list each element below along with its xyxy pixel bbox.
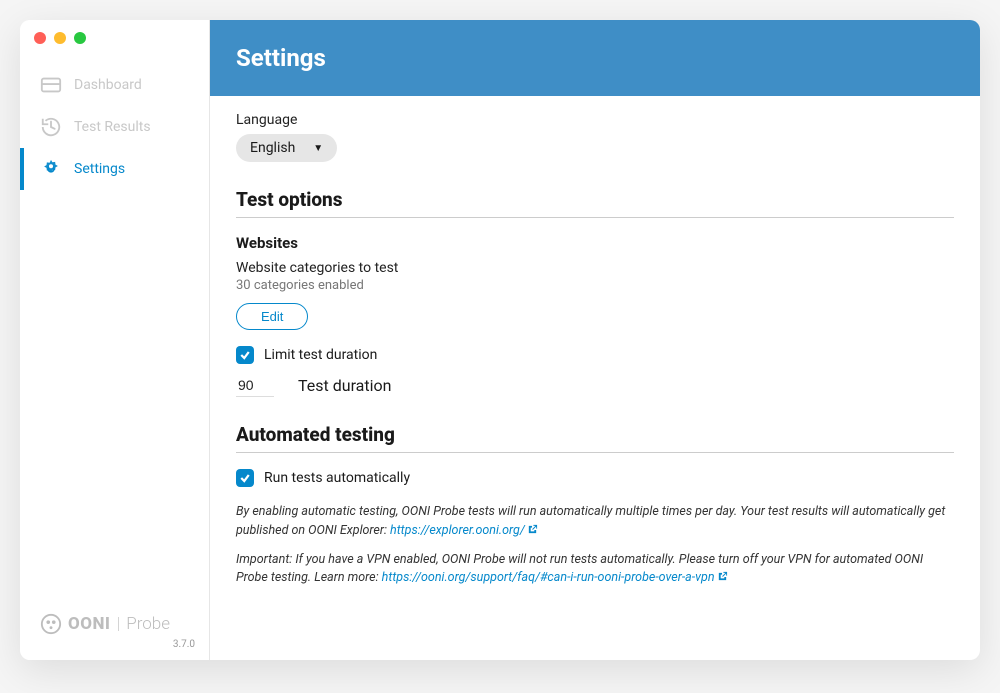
auto-note-2: Important: If you have a VPN enabled, OO… — [236, 551, 954, 589]
external-link-icon — [527, 524, 538, 535]
sidebar: Dashboard Test Results Settings — [20, 20, 210, 660]
section-automated-testing: Automated testing — [236, 423, 954, 453]
version-label: 3.7.0 — [34, 639, 195, 650]
edit-categories-button[interactable]: Edit — [236, 303, 308, 330]
test-duration-label: Test duration — [298, 376, 391, 395]
app-window: Dashboard Test Results Settings — [20, 20, 980, 660]
run-auto-row: Run tests automatically — [236, 469, 954, 487]
external-link-icon — [717, 571, 728, 582]
gear-icon — [40, 158, 62, 180]
duration-row: Test duration — [236, 374, 954, 397]
brand-separator: | — [116, 614, 120, 634]
brand: OONI | Probe — [34, 613, 195, 635]
close-icon[interactable] — [34, 32, 46, 44]
sidebar-item-label: Dashboard — [74, 77, 142, 93]
categories-count: 30 categories enabled — [236, 278, 954, 293]
sidebar-item-label: Test Results — [74, 119, 151, 135]
history-icon — [40, 116, 62, 138]
minimize-icon[interactable] — [54, 32, 66, 44]
categories-label: Website categories to test — [236, 260, 954, 276]
titlebar — [20, 20, 86, 56]
auto-note-1-text: By enabling automatic testing, OONI Prob… — [236, 504, 945, 538]
main: Settings Language English ▼ Test options… — [210, 20, 980, 660]
check-icon — [239, 472, 251, 484]
run-auto-label: Run tests automatically — [264, 470, 410, 486]
sidebar-footer: OONI | Probe 3.7.0 — [20, 601, 209, 660]
ooni-logo-icon — [40, 613, 62, 635]
sidebar-item-settings[interactable]: Settings — [20, 148, 209, 190]
maximize-icon[interactable] — [74, 32, 86, 44]
language-value: English — [250, 140, 295, 156]
language-select[interactable]: English ▼ — [236, 134, 337, 162]
test-duration-input[interactable] — [236, 374, 274, 397]
content: Language English ▼ Test options Websites… — [210, 96, 980, 660]
run-auto-checkbox[interactable] — [236, 469, 254, 487]
sidebar-item-dashboard[interactable]: Dashboard — [20, 64, 209, 106]
language-label: Language — [236, 112, 954, 128]
limit-duration-label: Limit test duration — [264, 347, 377, 363]
sidebar-item-label: Settings — [74, 161, 125, 177]
limit-duration-row: Limit test duration — [236, 346, 954, 364]
section-test-options: Test options — [236, 188, 954, 218]
vpn-faq-link[interactable]: https://ooni.org/support/faq/#can-i-run-… — [382, 570, 715, 585]
auto-note-1: By enabling automatic testing, OONI Prob… — [236, 503, 954, 541]
sidebar-item-test-results[interactable]: Test Results — [20, 106, 209, 148]
explorer-link[interactable]: https://explorer.ooni.org/ — [390, 523, 525, 538]
page-title: Settings — [236, 44, 954, 72]
header: Settings — [210, 20, 980, 96]
check-icon — [239, 349, 251, 361]
limit-duration-checkbox[interactable] — [236, 346, 254, 364]
brand-ooni: OONI — [68, 614, 110, 634]
brand-probe: Probe — [126, 614, 170, 634]
subsection-websites: Websites — [236, 234, 954, 252]
chevron-down-icon: ▼ — [313, 143, 323, 154]
dashboard-icon — [40, 74, 62, 96]
